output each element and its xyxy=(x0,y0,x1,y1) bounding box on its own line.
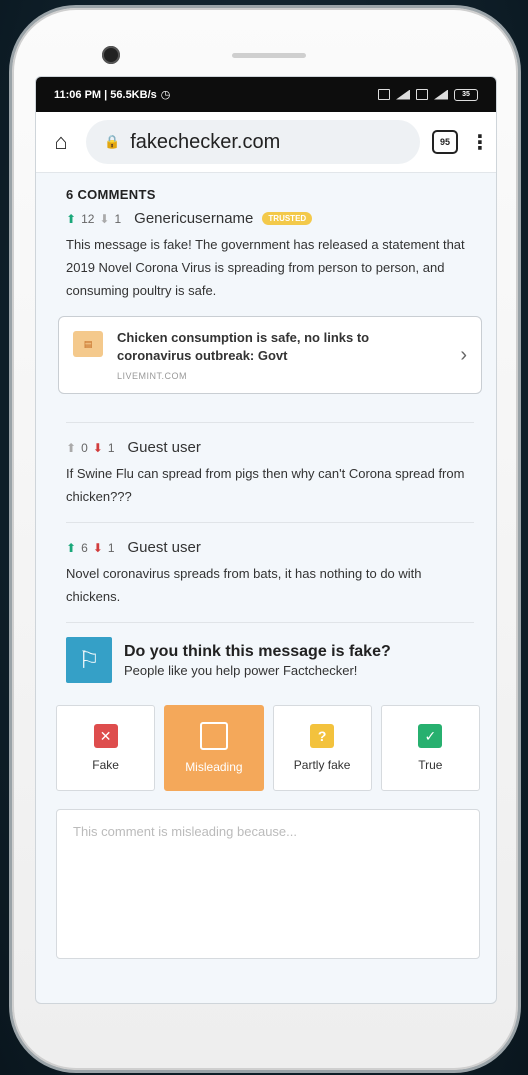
sim2-icon xyxy=(416,89,428,100)
downvote-count: 1 xyxy=(114,211,122,226)
comment-item: ⬆ 6 ⬇ 1 Guest user Novel coronavirus spr… xyxy=(66,523,474,623)
comment-meta: ⬆ 12 ⬇ 1 Genericusername TRUSTED xyxy=(66,210,474,227)
alarm-icon: ◷ xyxy=(160,89,171,101)
link-source: LIVEMINT.COM xyxy=(117,371,188,381)
choice-fake-button[interactable]: ✕ Fake xyxy=(56,705,156,791)
link-preview-card[interactable]: ▤ Chicken consumption is safe, no links … xyxy=(58,316,482,394)
chevron-right-icon: › xyxy=(460,343,467,366)
upvote-count: 0 xyxy=(81,440,88,455)
comment-textarea[interactable]: This comment is misleading because... xyxy=(56,809,480,959)
upvote-icon[interactable]: ⬆ xyxy=(66,541,76,555)
status-bar: 11:06 PM | 56.5KB/s ◷ 35 xyxy=(36,77,496,112)
downvote-count: 1 xyxy=(107,540,115,555)
upvote-icon[interactable]: ⬆ xyxy=(66,441,76,455)
comment-text: This message is fake! The government has… xyxy=(66,237,465,298)
prompt-title: Do you think this message is fake? xyxy=(124,642,391,660)
status-time: 11:06 PM | 56.5KB/s xyxy=(54,88,157,101)
comment-item: ⬆ 12 ⬇ 1 Genericusername TRUSTED This me… xyxy=(58,202,482,423)
x-icon: ✕ xyxy=(93,724,118,748)
comment-item: ⬆ 0 ⬇ 1 Guest user If Swine Flu can spre… xyxy=(66,423,474,523)
signal2-icon xyxy=(434,89,448,100)
link-title: Chicken consumption is safe, no links to… xyxy=(117,330,370,363)
comment-author: Guest user xyxy=(127,539,201,556)
downvote-icon[interactable]: ⬇ xyxy=(99,212,109,226)
comment-text: Novel coronavirus spreads from bats, it … xyxy=(66,566,422,604)
comment-meta: ⬆ 6 ⬇ 1 Guest user xyxy=(66,539,474,556)
comment-text: If Swine Flu can spread from pigs then w… xyxy=(66,466,465,504)
phone-screen: 11:06 PM | 56.5KB/s ◷ 35 ⌂ 🔒 fakechecker… xyxy=(35,76,497,1004)
choice-label: Fake xyxy=(92,758,119,772)
choice-label: Partly fake xyxy=(293,758,351,772)
downvote-icon[interactable]: ⬇ xyxy=(93,441,103,455)
choice-misleading-button[interactable]: ! Misleading xyxy=(164,705,264,791)
choice-partly-fake-button[interactable]: ? Partly fake xyxy=(272,705,372,791)
flag-icon: ⚐ xyxy=(66,637,112,683)
fake-prompt: ⚐ Do you think this message is fake? Peo… xyxy=(66,637,474,683)
downvote-icon[interactable]: ⬇ xyxy=(93,541,103,555)
signal-icon xyxy=(396,89,410,100)
earpiece-speaker xyxy=(232,53,306,58)
comments-heading: 6 COMMENTS xyxy=(66,187,156,202)
comment-author: Guest user xyxy=(127,439,201,456)
check-icon: ✓ xyxy=(418,724,443,748)
upvote-count: 12 xyxy=(81,211,95,226)
news-thumbnail-icon: ▤ xyxy=(73,331,103,357)
upvote-icon[interactable]: ⬆ xyxy=(66,212,76,226)
comment-meta: ⬆ 0 ⬇ 1 Guest user xyxy=(66,439,474,456)
browser-toolbar: ⌂ 🔒 fakechecker.com 95 ⋮ xyxy=(36,112,496,173)
more-menu-icon[interactable]: ⋮ xyxy=(470,130,490,155)
upvote-count: 6 xyxy=(81,540,88,555)
choice-label: True xyxy=(418,758,443,772)
page-content: 6 COMMENTS ⬆ 12 ⬇ 1 Genericusername TRUS… xyxy=(36,173,496,959)
url-text: fakechecker.com xyxy=(130,130,281,153)
home-icon[interactable]: ⌂ xyxy=(48,129,74,155)
battery-icon: 35 xyxy=(454,88,478,101)
exclamation-icon: ! xyxy=(199,722,228,750)
question-icon: ? xyxy=(310,724,335,748)
tab-switcher-button[interactable]: 95 xyxy=(432,130,458,154)
sim-icon xyxy=(378,89,390,100)
comment-author: Genericusername xyxy=(134,210,254,227)
phone-frame: 11:06 PM | 56.5KB/s ◷ 35 ⌂ 🔒 fakechecker… xyxy=(12,8,518,1070)
choice-label: Misleading xyxy=(185,760,243,774)
address-bar[interactable]: 🔒 fakechecker.com xyxy=(86,120,420,164)
lock-icon: 🔒 xyxy=(104,134,121,149)
choice-true-button[interactable]: ✓ True xyxy=(380,705,480,791)
trusted-badge: TRUSTED xyxy=(262,212,313,225)
downvote-count: 1 xyxy=(107,440,115,455)
verdict-choices: ✕ Fake ! Misleading ? Partly fake ✓ True xyxy=(56,705,480,791)
prompt-subtitle: People like you help power Factchecker! xyxy=(124,662,358,678)
front-camera xyxy=(102,46,120,64)
